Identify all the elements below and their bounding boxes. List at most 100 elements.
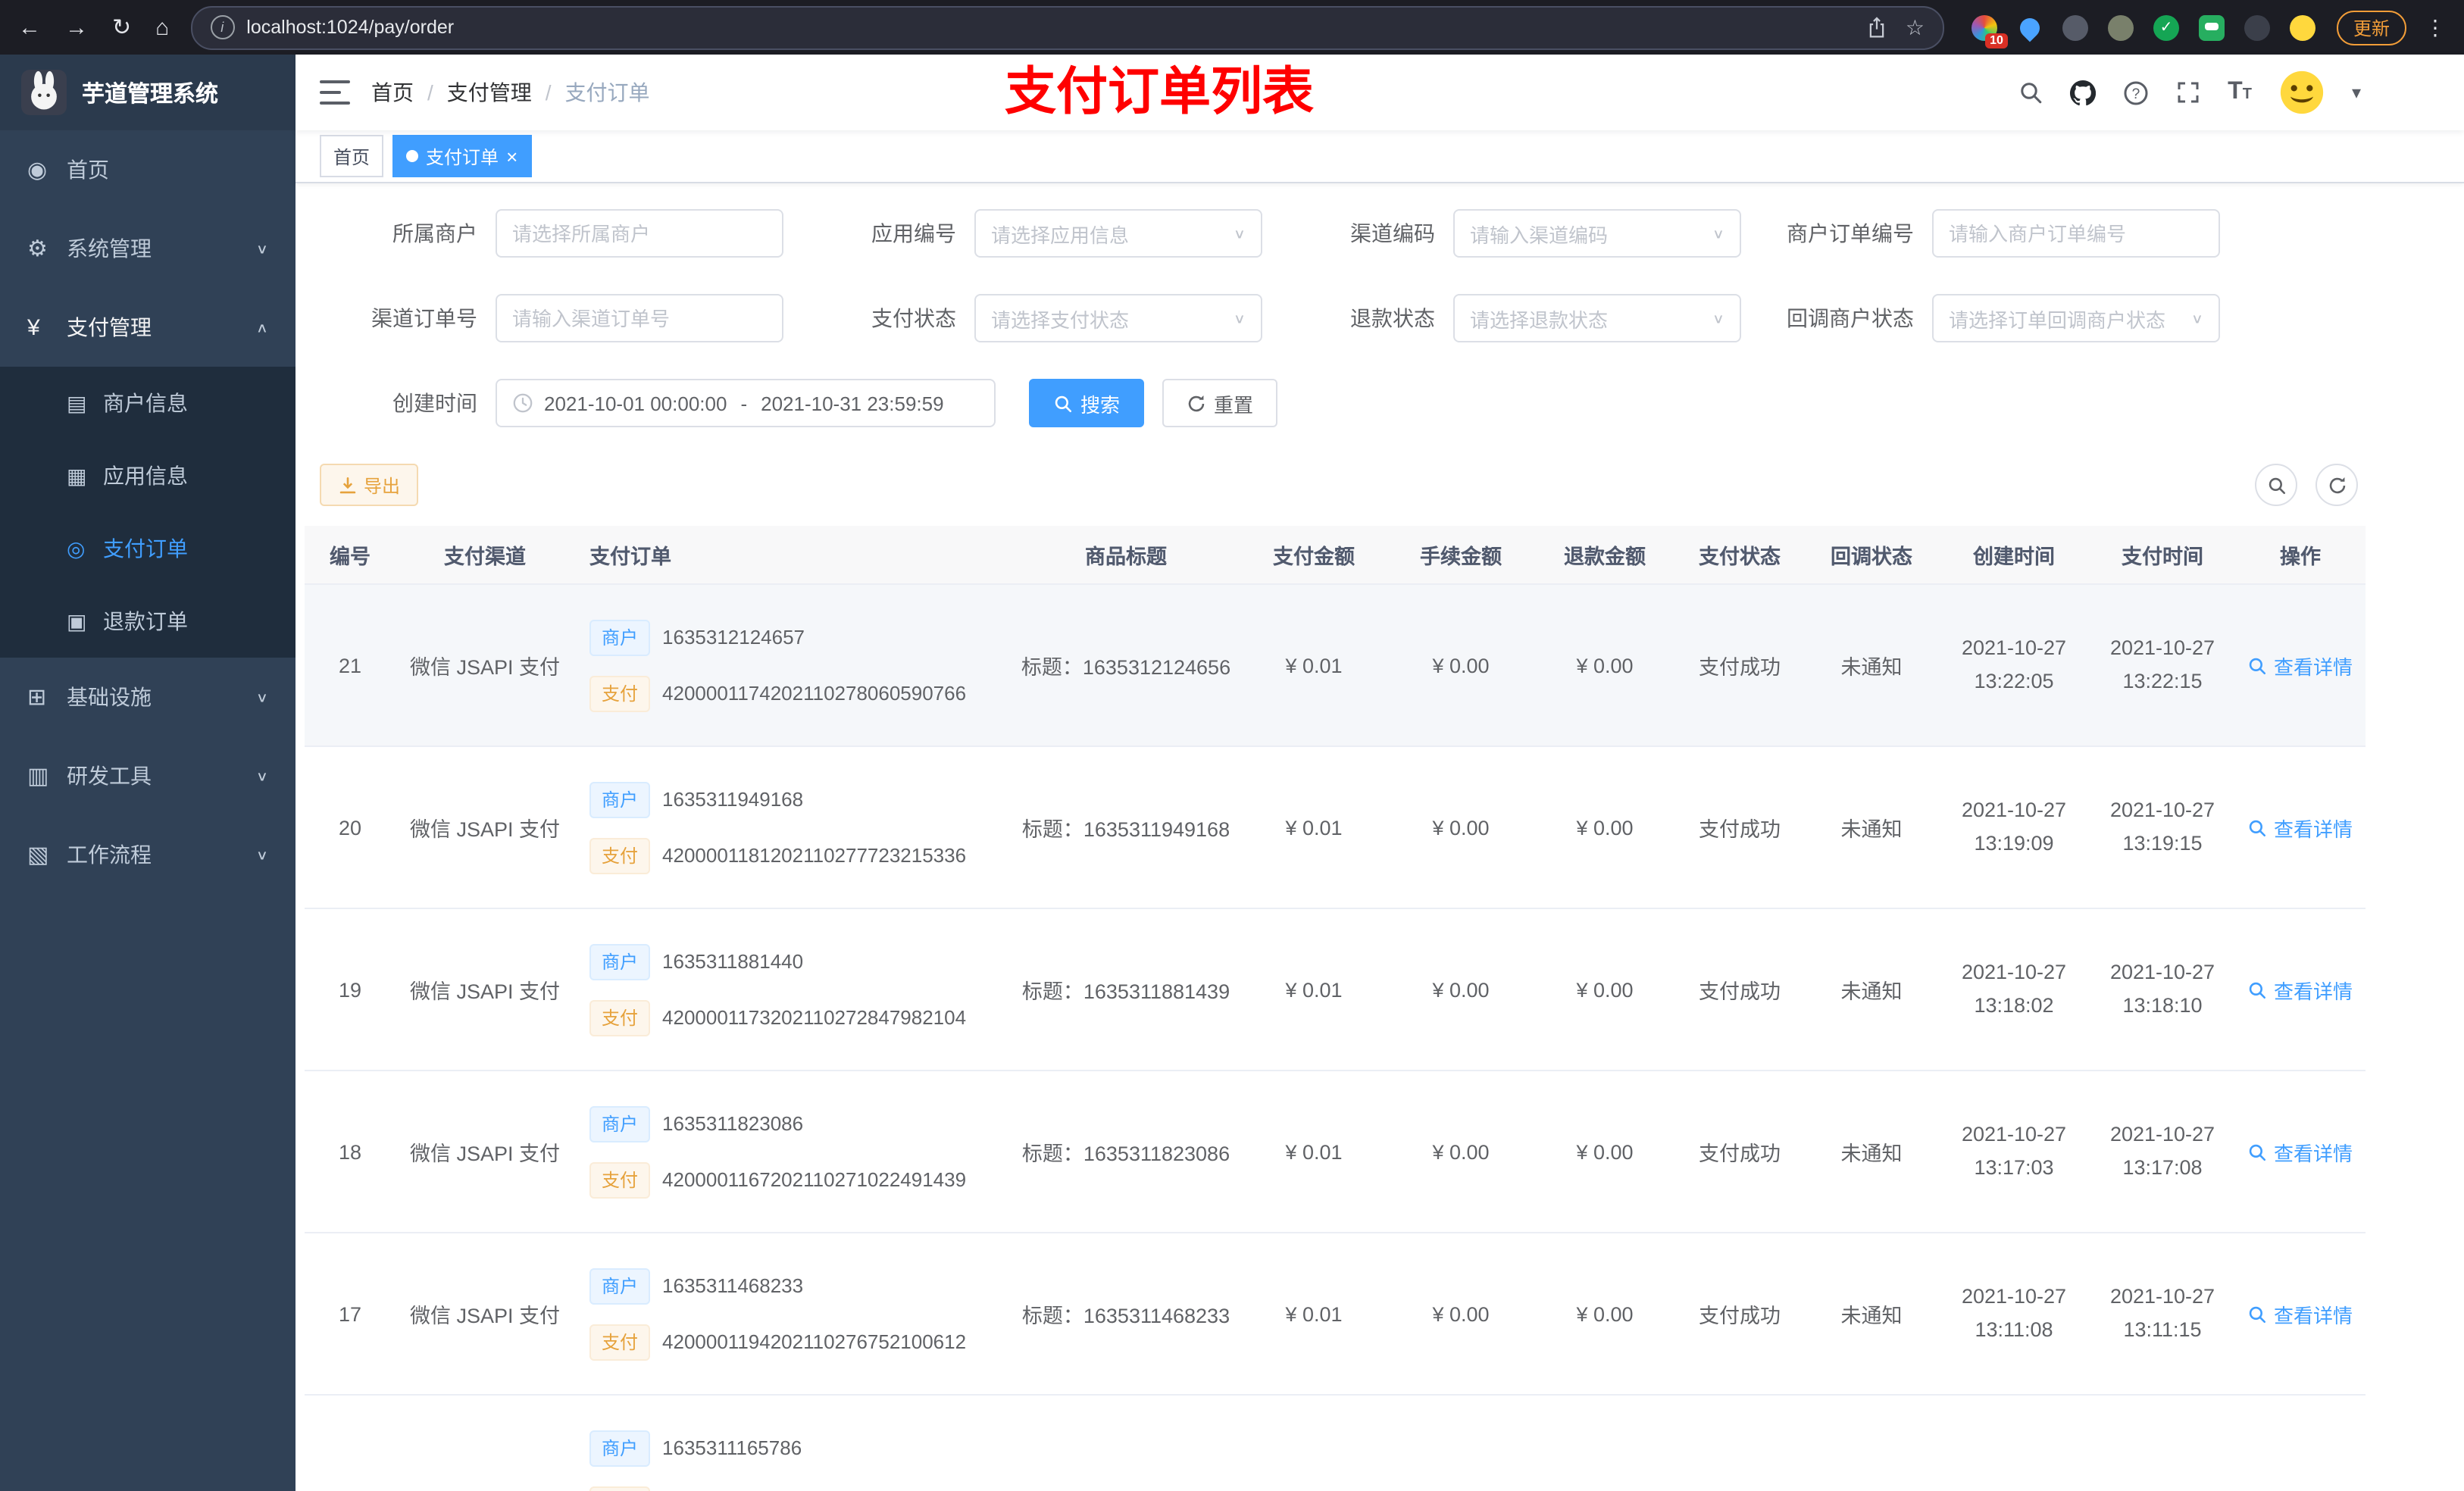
view-detail-link[interactable]: 查看详情	[2248, 975, 2353, 1004]
dark-extension-icon[interactable]	[2244, 14, 2270, 40]
forward-icon[interactable]: →	[65, 16, 88, 39]
sidebar-item-workflow[interactable]: ▧ 工作流程 ∨	[0, 815, 295, 894]
refresh-button[interactable]	[2315, 464, 2358, 506]
sidebar-item-pay-order[interactable]: ◎ 支付订单	[0, 512, 295, 585]
font-size-icon[interactable]: TT	[2228, 79, 2252, 106]
reload-icon[interactable]: ↻	[112, 16, 131, 39]
create-time-cell: 2021-10-27 13:18:02	[1938, 908, 2090, 1071]
hamburger-icon[interactable]	[320, 80, 350, 105]
tab-pay-order[interactable]: 支付订单 ×	[392, 135, 532, 177]
blue-drop-extension-icon[interactable]	[2015, 13, 2044, 42]
pay-order-no: 4200001167202110271022491439	[662, 1168, 967, 1191]
top-navbar: 首页 / 支付管理 / 支付订单 支付订单列表 ? TT ▾	[295, 55, 2464, 130]
refund-cell: ¥ 0.00	[1535, 1233, 1674, 1396]
create-time-cell: 2021-10-27 13:22:05	[1938, 584, 2090, 747]
column-header-notify: 回调状态	[1805, 526, 1938, 585]
app-title: 芋道管理系统	[82, 81, 219, 107]
table-header-row: 编号 支付渠道 支付订单 商品标题 支付金额 手续金额 退款金额 支付状态 回调…	[305, 526, 2366, 585]
sidebar-item-infrastructure[interactable]: ⊞ 基础设施 ∨	[0, 658, 295, 736]
browser-menu-icon[interactable]: ⋮	[2422, 17, 2446, 38]
merchant-order-no: 1635311881440	[662, 950, 804, 973]
export-button[interactable]: 导出	[320, 464, 419, 506]
callback-status-filter-label: 回调商户状态	[1787, 306, 1914, 330]
sidebar-item-merchant-info[interactable]: ▤ 商户信息	[0, 367, 295, 439]
gray-extension-icon[interactable]	[2062, 14, 2088, 40]
share-icon[interactable]	[1868, 16, 1887, 39]
notify-cell: 未通知	[1805, 746, 1938, 909]
channel-code-filter-label: 渠道编码	[1350, 221, 1435, 245]
help-icon[interactable]: ?	[2123, 80, 2149, 105]
amount-cell: ¥ 0.01	[1241, 746, 1387, 909]
table-row[interactable]: 18 微信 JSAPI 支付 商户 1635311823086 支付 4200001…	[305, 1071, 2366, 1233]
amount-cell: ¥ 0.01	[1241, 1233, 1387, 1396]
sidebar-item-payment[interactable]: ¥ 支付管理 ∧	[0, 288, 295, 367]
search-icon[interactable]	[2018, 80, 2043, 105]
table-row[interactable]: 19 微信 JSAPI 支付 商户 1635311881440 支付 4200001…	[305, 908, 2366, 1071]
sidebar-item-app-info[interactable]: ▦ 应用信息	[0, 439, 295, 512]
green-check-extension-icon[interactable]: ✓	[2153, 14, 2179, 40]
back-icon[interactable]: ←	[18, 16, 41, 39]
select-placeholder: 请选择支付状态	[991, 308, 1130, 331]
tab-label: 支付订单	[426, 146, 499, 167]
sidebar-item-refund-order[interactable]: ▣ 退款订单	[0, 585, 295, 658]
merchant-tag: 商户	[589, 619, 651, 655]
yen-icon: ¥	[27, 314, 40, 340]
select-placeholder: 请输入渠道编码	[1470, 223, 1609, 246]
browser-update-button[interactable]: 更新	[2336, 10, 2406, 45]
date-separator: -	[740, 392, 748, 414]
chat-extension-icon[interactable]	[2198, 14, 2225, 40]
table-row[interactable]: 21 微信 JSAPI 支付 商户 1635312124657 支付 4200001…	[305, 584, 2366, 747]
table-row[interactable]: 商户 1635311165786 支付	[305, 1395, 2366, 1491]
address-bar[interactable]: i localhost:1024/pay/order ☆	[190, 5, 1944, 49]
navbar-actions: ? TT ▾	[2018, 70, 2361, 115]
sidebar-item-label: 支付订单	[103, 536, 188, 561]
view-detail-link[interactable]: 查看详情	[2248, 651, 2353, 680]
view-detail-link[interactable]: 查看详情	[2248, 1137, 2353, 1166]
site-info-icon[interactable]: i	[210, 15, 235, 39]
sidebar-item-system[interactable]: ⚙ 系统管理 ∨	[0, 209, 295, 288]
download-icon	[339, 476, 356, 493]
search-button[interactable]: 搜索	[1029, 379, 1145, 427]
channel-order-filter-input[interactable]	[496, 294, 783, 342]
emoji-extension-icon[interactable]	[2289, 14, 2315, 40]
chevron-down-icon: ∨	[1233, 311, 1246, 327]
view-detail-link[interactable]: 查看详情	[2248, 1299, 2353, 1328]
sidebar-item-home[interactable]: ◉ 首页	[0, 130, 295, 209]
olive-extension-icon[interactable]	[2107, 14, 2134, 40]
pay-order-cell: 商户 1635311165786 支付	[574, 1395, 1011, 1491]
home-icon[interactable]: ⌂	[155, 16, 169, 39]
search-toggle-button[interactable]	[2255, 464, 2297, 506]
sidebar-item-label: 支付管理	[67, 315, 152, 339]
breadcrumb-home[interactable]: 首页	[371, 77, 414, 108]
fullscreen-icon[interactable]	[2176, 80, 2200, 105]
caret-down-icon[interactable]: ▾	[2352, 82, 2361, 103]
pay-tag: 支付	[589, 675, 651, 711]
column-header-channel: 支付渠道	[396, 526, 574, 585]
pay-status-filter-select[interactable]: 请选择支付状态 ∨	[974, 294, 1262, 342]
table-row[interactable]: 17 微信 JSAPI 支付 商户 1635311468233 支付 4200001…	[305, 1233, 2366, 1396]
app-filter-select[interactable]: 请选择应用信息 ∨	[974, 209, 1262, 258]
sidebar-item-label: 研发工具	[67, 764, 152, 788]
column-header-create-time: 创建时间	[1938, 526, 2090, 585]
table-row[interactable]: 20 微信 JSAPI 支付 商户 1635311949168 支付 4200001…	[305, 746, 2366, 909]
channel-code-filter-select[interactable]: 请输入渠道编码 ∨	[1453, 209, 1741, 258]
create-time-range-picker[interactable]: 2021-10-01 00:00:00 - 2021-10-31 23:59:5…	[496, 379, 996, 427]
user-avatar[interactable]	[2279, 70, 2325, 115]
merchant-order-filter-input[interactable]	[1932, 209, 2220, 258]
merchant-order-no: 1635311165786	[662, 1436, 802, 1459]
view-detail-link[interactable]: 查看详情	[2248, 813, 2353, 842]
colorful-extension-icon[interactable]: 10	[1971, 14, 2008, 48]
bookmark-star-icon[interactable]: ☆	[1906, 14, 1925, 40]
refund-status-filter-select[interactable]: 请选择退款状态 ∨	[1453, 294, 1741, 342]
callback-status-filter-select[interactable]: 请选择订单回调商户状态 ∨	[1932, 294, 2220, 342]
merchant-filter-input[interactable]	[496, 209, 783, 258]
select-placeholder: 请选择退款状态	[1470, 308, 1609, 331]
tab-home[interactable]: 首页	[320, 135, 384, 177]
github-icon[interactable]	[2070, 80, 2097, 105]
reset-button[interactable]: 重置	[1162, 379, 1278, 427]
browser-extensions: 10 ✓	[1971, 13, 2315, 48]
merchant-tag: 商户	[589, 781, 651, 817]
sidebar-item-dev-tools[interactable]: ▥ 研发工具 ∨	[0, 736, 295, 815]
close-icon[interactable]: ×	[506, 146, 518, 166]
breadcrumb-payment[interactable]: 支付管理	[447, 77, 532, 108]
